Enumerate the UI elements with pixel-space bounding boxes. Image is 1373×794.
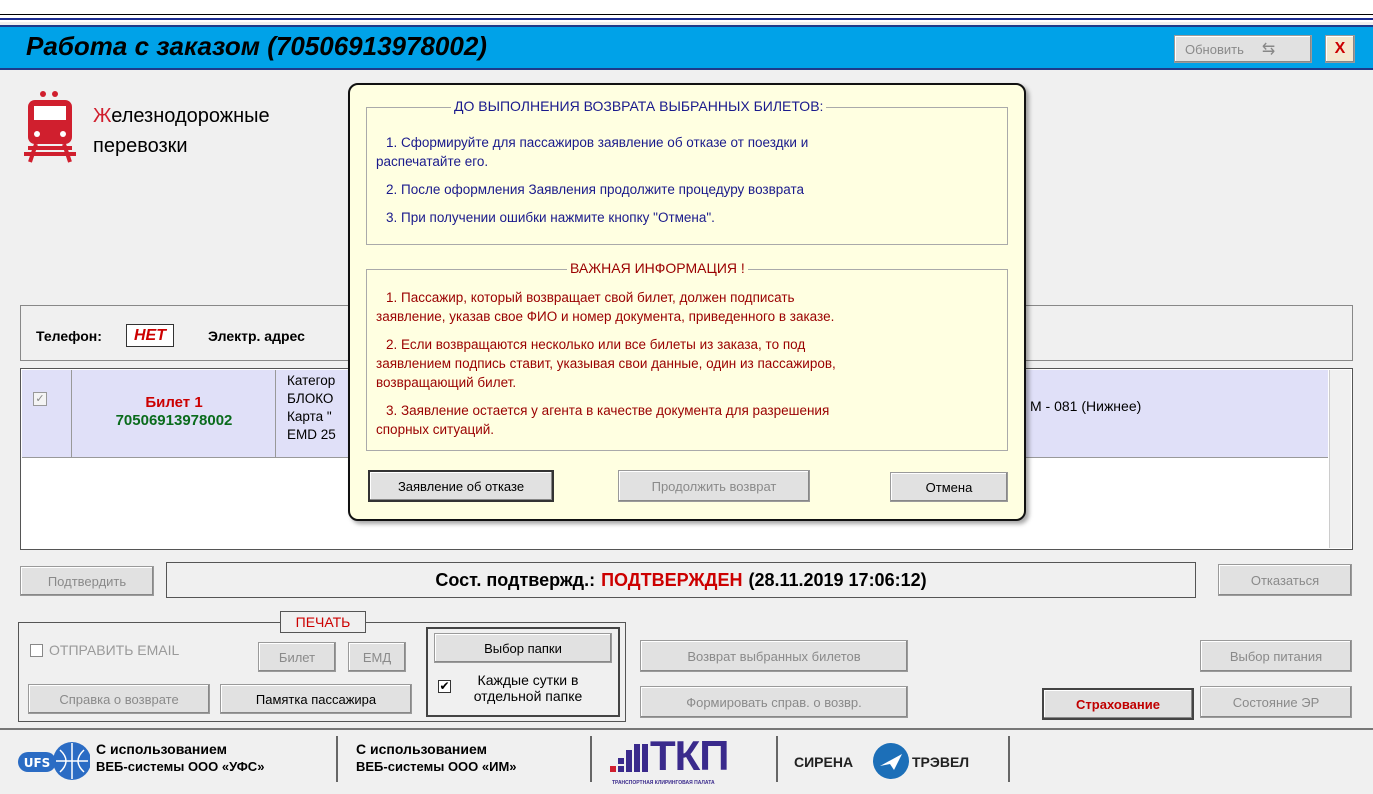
before-item: распечатайте его. [376, 154, 489, 169]
cancel-button[interactable]: Отмена [890, 472, 1008, 502]
refresh-icon: ⇆ [1261, 41, 1276, 58]
ufs-line1: С использованием [96, 741, 227, 757]
close-button[interactable]: X [1325, 35, 1355, 63]
print-ticket-button[interactable]: Билет [258, 642, 336, 672]
logo-first-letter: Ж [93, 105, 112, 127]
logo-line1: елезнодорожные [111, 105, 270, 127]
phone-label: Телефон: [36, 328, 102, 344]
status-time: (28.11.2019 17:06:12) [748, 569, 927, 590]
important-item: спорных ситуаций. [376, 422, 495, 437]
passenger-memo-button[interactable]: Памятка пассажира [220, 684, 412, 714]
select-folder-button[interactable]: Выбор папки [434, 633, 612, 663]
ufs-line2: ВЕБ-системы ООО «УФС» [96, 759, 265, 774]
ticket-number: 70506913978002 [115, 412, 233, 429]
important-item: 2. Если возвращаются несколько или все б… [386, 337, 806, 352]
send-email-option[interactable]: ОТПРАВИТЬ EMAIL [30, 642, 179, 658]
im-line1: С использованием [356, 741, 487, 757]
confirm-button[interactable]: Подтвердить [20, 566, 154, 596]
important-item: 1. Пассажир, который возвращает свой бил… [386, 290, 795, 305]
sirena-logo-icon [873, 743, 909, 779]
daily-folder-label: Каждые сутки в отдельной папке [473, 672, 583, 704]
im-credit: С использованием ВЕБ-системы ООО «ИМ» [356, 740, 517, 776]
email-label: Электр. адрес [208, 328, 305, 344]
row-checkbox[interactable]: ✓ [33, 392, 47, 406]
refresh-button[interactable]: Обновить ⇆ [1174, 35, 1312, 63]
continue-refund-button[interactable]: Продолжить возврат [618, 470, 810, 502]
important-item: заявлением подпись ставит, указывая свои… [376, 356, 836, 371]
before-item: 3. При получении ошибки нажмите кнопку "… [386, 210, 715, 225]
before-item: 1. Сформируйте для пассажиров заявление … [386, 135, 809, 150]
refresh-label: Обновить [1185, 41, 1244, 57]
im-line2: ВЕБ-системы ООО «ИМ» [356, 759, 517, 774]
form-refund-cert-button[interactable]: Формировать справ. о возвр. [640, 686, 908, 718]
print-legend: ПЕЧАТЬ [280, 611, 366, 633]
ufs-logo-icon: UFS [18, 742, 90, 780]
ticket-details: Категор БЛОКО Карта " EMD 25 [287, 372, 336, 444]
send-email-checkbox[interactable] [30, 643, 43, 657]
detail-line: Карта " [287, 409, 332, 424]
footer-separator [590, 736, 592, 782]
status-label: Сост. подтвержд.: [435, 569, 596, 590]
print-emd-button[interactable]: ЕМД [348, 642, 406, 672]
sirena-left-text: СИРЕНА [794, 754, 854, 770]
footer-separator [336, 736, 338, 782]
before-item: 2. После оформления Заявления продолжите… [386, 182, 805, 197]
daily-folder-option[interactable]: ✔ Каждые сутки в отдельной папке [438, 672, 599, 704]
sirena-right-text: ТРЭВЕЛ [912, 754, 970, 770]
row-select-cell [22, 370, 72, 458]
important-item: 3. Заявление остается у агента в качеств… [386, 403, 830, 418]
meal-choice-button[interactable]: Выбор питания [1200, 640, 1352, 672]
train-icon [24, 91, 76, 163]
before-legend: ДО ВЫПОЛНЕНИЯ ВОЗВРАТА ВЫБРАННЫХ БИЛЕТОВ… [451, 98, 827, 114]
detail-line: Категор [287, 373, 336, 388]
ticket-label: Билет 1 [145, 394, 203, 411]
tkp-logo-icon [610, 744, 648, 772]
detail-line: EMD 25 [287, 427, 336, 442]
status-value: ПОДТВЕРЖДЕН [601, 569, 743, 590]
refund-cert-button[interactable]: Справка о возврате [28, 684, 210, 714]
top-accent-line [0, 18, 1373, 20]
footer-separator [776, 736, 778, 782]
close-icon: X [1334, 40, 1346, 57]
grid-scrollbar[interactable] [1329, 370, 1351, 548]
window-title: Работа с заказом (70506913978002) [26, 31, 487, 61]
er-status-button[interactable]: Состояние ЭР [1200, 686, 1352, 718]
railway-logo-text: Железнодорожные перевозки [93, 101, 270, 161]
insurance-button[interactable]: Страхование [1042, 688, 1194, 720]
important-item: заявление, указав свое ФИО и номер докум… [376, 309, 835, 324]
send-email-label: ОТПРАВИТЬ EMAIL [49, 642, 180, 658]
important-legend: ВАЖНАЯ ИНФОРМАЦИЯ ! [567, 260, 748, 276]
tkp-subtitle: ТРАНСПОРТНАЯ КЛИРИНГОВАЯ ПАЛАТА [612, 780, 715, 786]
seat-info: М - 081 (Нижнее) [1030, 398, 1142, 414]
detail-line: БЛОКО [287, 391, 334, 406]
ufs-credit: С использованием ВЕБ-системы ООО «УФС» [96, 740, 264, 776]
statement-button[interactable]: Заявление об отказе [368, 470, 554, 502]
refund-dialog: ДО ВЫПОЛНЕНИЯ ВОЗВРАТА ВЫБРАННЫХ БИЛЕТОВ… [348, 83, 1026, 521]
daily-folder-checkbox[interactable]: ✔ [438, 680, 451, 693]
tkp-logo-text: ТКП [650, 732, 729, 779]
logo-line2: перевозки [93, 135, 188, 157]
important-item: возвращающий билет. [376, 375, 517, 390]
svg-text:UFS: UFS [24, 756, 51, 770]
refund-selected-button[interactable]: Возврат выбранных билетов [640, 640, 908, 672]
refuse-button[interactable]: Отказаться [1218, 564, 1352, 596]
confirm-status-box: Сост. подтвержд.: ПОДТВЕРЖДЕН (28.11.201… [166, 562, 1196, 598]
phone-value[interactable]: НЕТ [126, 324, 174, 347]
top-border-line [0, 14, 1373, 15]
footer-separator [1008, 736, 1010, 782]
footer-divider [0, 728, 1373, 730]
